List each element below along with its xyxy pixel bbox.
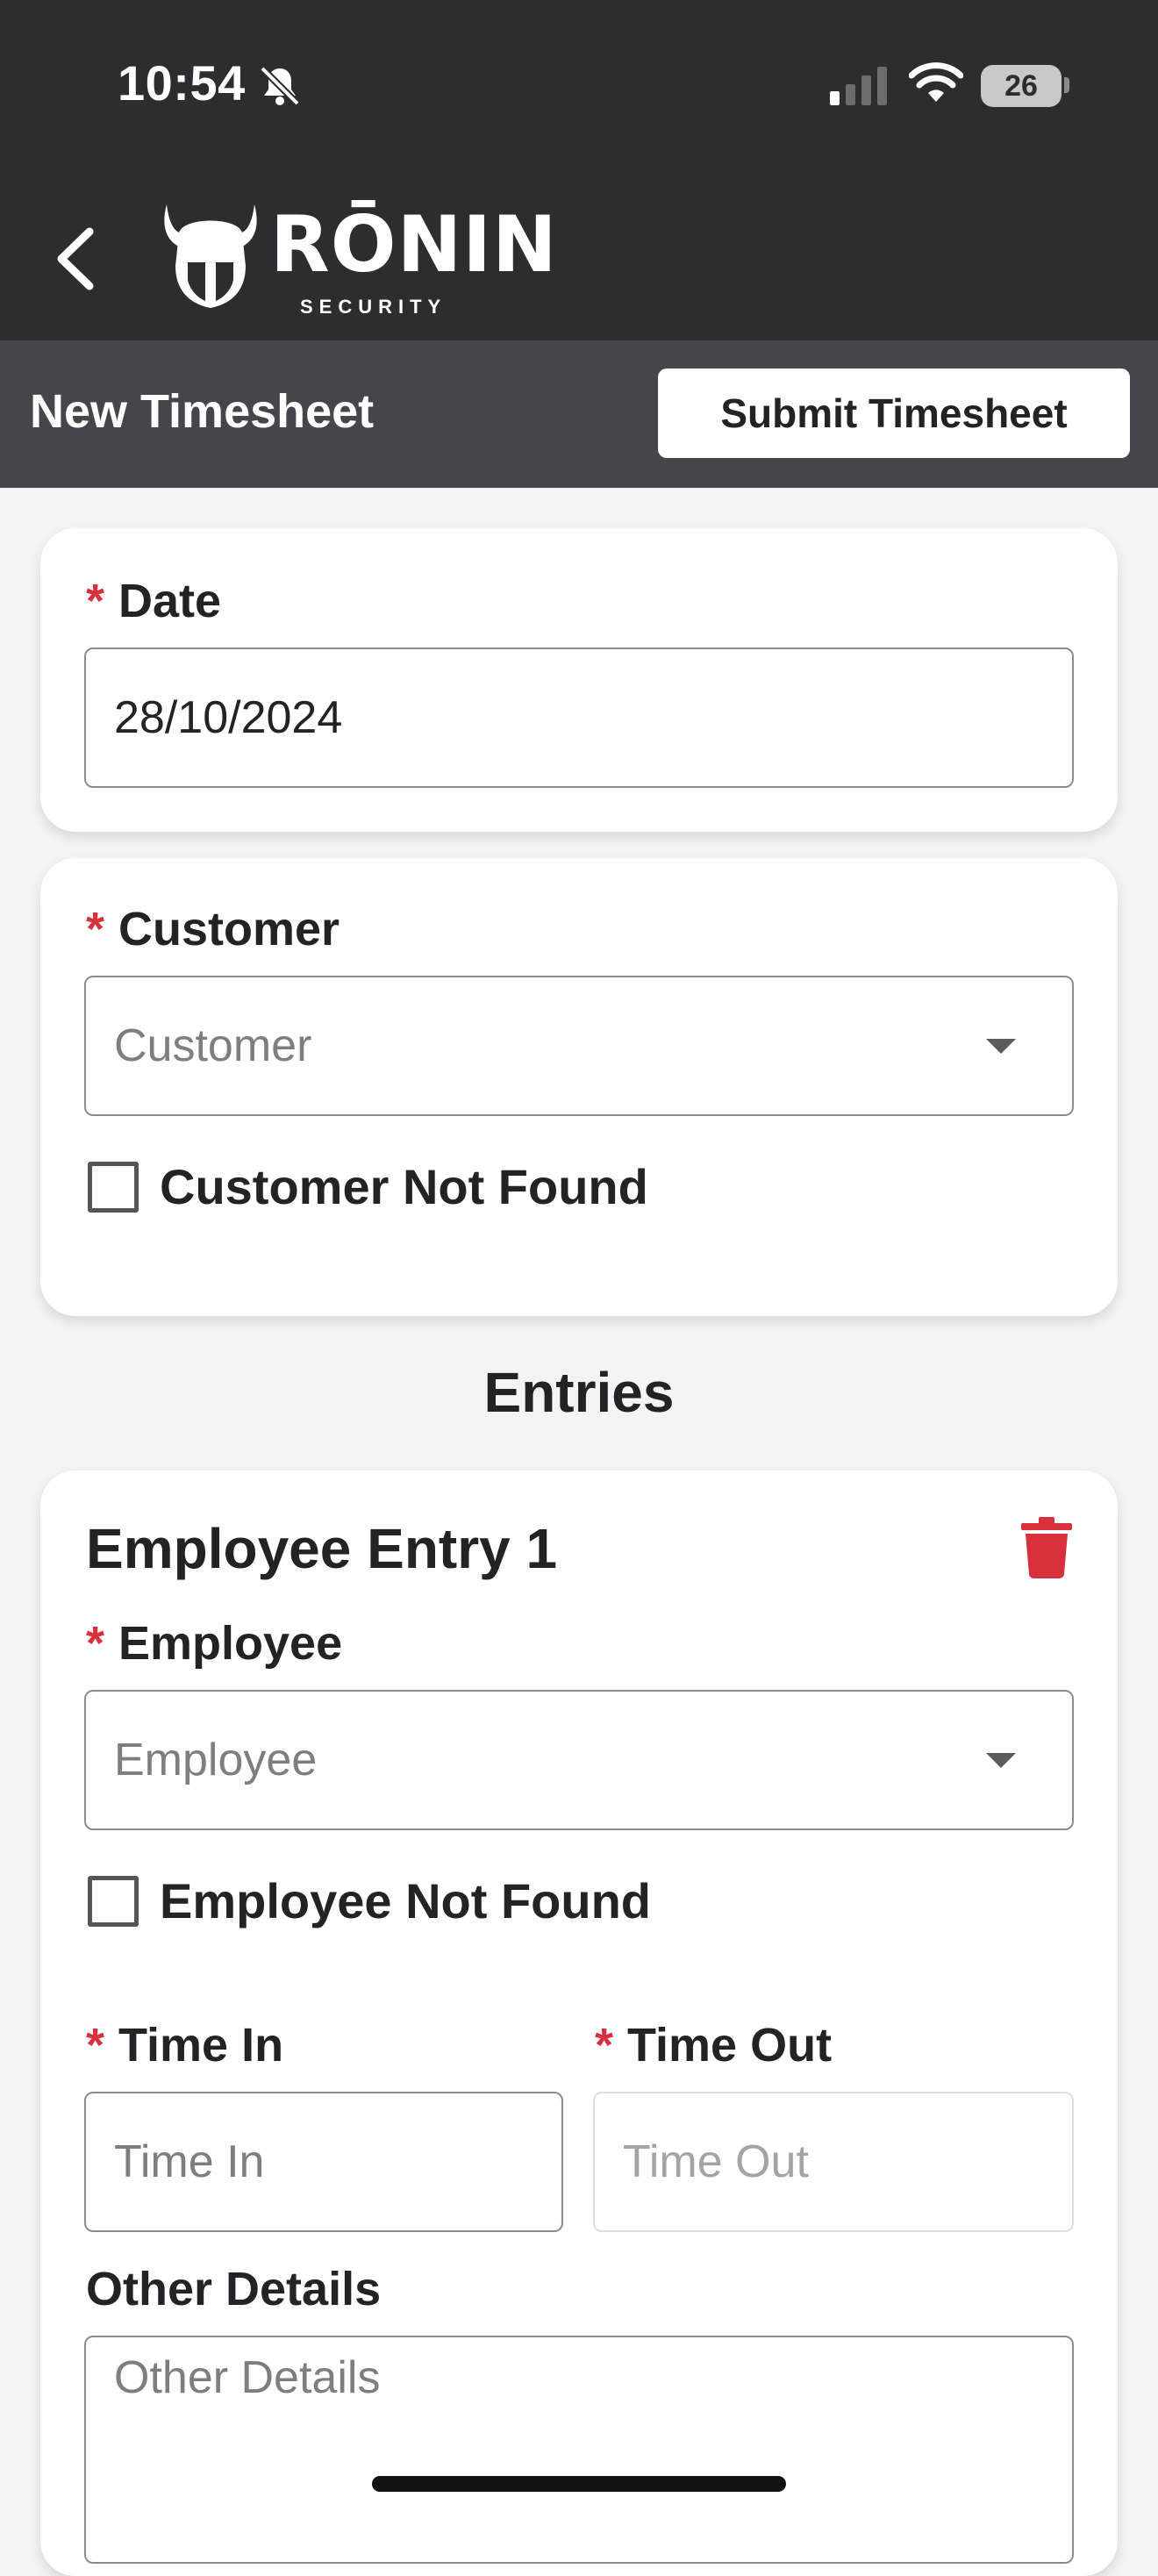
home-indicator [372, 2476, 786, 2492]
page-title: New Timesheet [30, 385, 375, 438]
back-chevron-icon[interactable] [49, 219, 102, 298]
customer-label-text: Customer [118, 903, 340, 955]
chevron-down-icon [986, 1039, 1016, 1054]
ronin-helmet-logo-icon [164, 204, 257, 308]
date-input[interactable]: 28/10/2024 [84, 648, 1074, 788]
employee-select[interactable]: Employee [84, 1690, 1074, 1830]
entry-title: Employee Entry 1 [86, 1517, 558, 1580]
status-time: 10:54 [118, 55, 246, 111]
time-out-label: * Time Out [595, 2018, 832, 2072]
time-in-input[interactable]: Time In [84, 2092, 563, 2232]
other-details-label: Other Details [86, 2263, 382, 2315]
required-marker: * [86, 1617, 105, 1670]
required-marker: * [86, 903, 105, 955]
logo-subtext: SECURITY [300, 296, 447, 318]
employee-not-found-checkbox[interactable] [88, 1876, 139, 1927]
employee-not-found-label[interactable]: Employee Not Found [160, 1872, 651, 1929]
other-details-textarea[interactable]: Other Details [84, 2336, 1074, 2564]
customer-label: * Customer [86, 902, 340, 956]
employee-label-text: Employee [118, 1617, 343, 1670]
chevron-down-icon [986, 1753, 1016, 1768]
employee-label: * Employee [86, 1616, 342, 1671]
customer-not-found-label[interactable]: Customer Not Found [160, 1158, 648, 1215]
entries-heading: Entries [483, 1361, 675, 1424]
date-label-text: Date [118, 575, 222, 627]
customer-not-found-checkbox[interactable] [88, 1162, 139, 1213]
cellular-signal-icon [830, 67, 887, 105]
trash-icon[interactable] [1019, 1516, 1074, 1579]
customer-select[interactable]: Customer [84, 976, 1074, 1116]
required-marker: * [86, 2019, 105, 2072]
battery-cap [1064, 77, 1069, 93]
required-marker: * [86, 575, 105, 627]
time-out-input[interactable]: Time Out [593, 2092, 1074, 2232]
battery-icon: 26 [981, 65, 1062, 107]
bell-slash-icon [260, 66, 300, 106]
required-marker: * [595, 2019, 614, 2072]
wifi-icon [909, 62, 963, 102]
submit-timesheet-button[interactable]: Submit Timesheet [658, 369, 1130, 458]
time-out-label-text: Time Out [627, 2019, 833, 2072]
logo-text: RŌNIN [270, 199, 558, 290]
time-in-label: * Time In [86, 2018, 283, 2072]
date-label: * Date [86, 574, 221, 628]
time-in-label-text: Time In [118, 2019, 284, 2072]
